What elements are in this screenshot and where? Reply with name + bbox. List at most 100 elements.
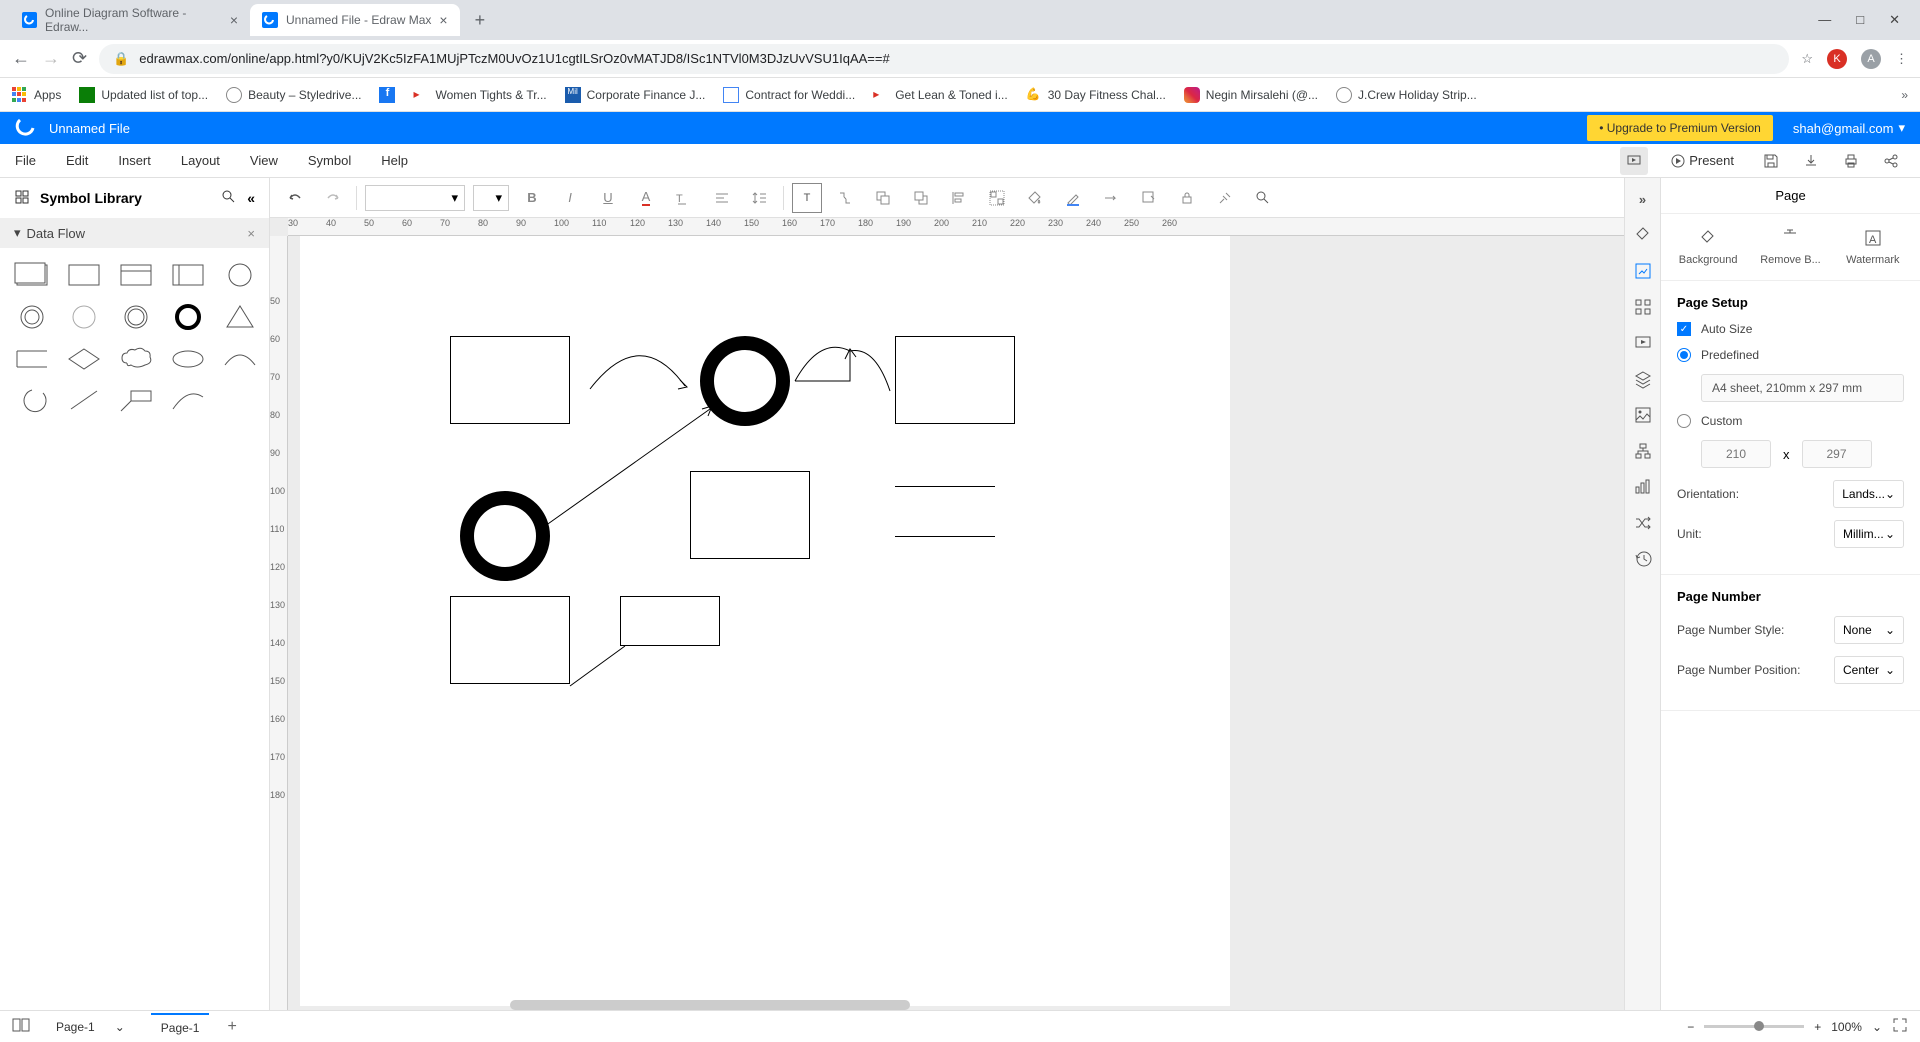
line-style-button[interactable] — [1096, 183, 1126, 213]
close-icon[interactable]: × — [230, 12, 238, 28]
zoom-in-button[interactable]: + — [1814, 1020, 1821, 1034]
bookmark-item[interactable]: Beauty – Styledrive... — [226, 87, 361, 103]
predefined-radio[interactable]: Predefined — [1677, 348, 1904, 362]
category-header[interactable]: ▾ Data Flow × — [0, 218, 269, 248]
shuffle-icon[interactable] — [1630, 510, 1656, 536]
page-settings-icon[interactable] — [1630, 258, 1656, 284]
bookmark-item[interactable]: f — [379, 87, 395, 103]
url-input[interactable]: 🔒 edrawmax.com/online/app.html?y0/KUjV2K… — [99, 44, 1789, 74]
italic-button[interactable]: I — [555, 183, 585, 213]
search-icon[interactable] — [221, 189, 237, 208]
edit-shape-button[interactable] — [1134, 183, 1164, 213]
close-icon[interactable]: × — [439, 12, 447, 28]
menu-icon[interactable]: ⋮ — [1895, 51, 1908, 67]
zoom-out-button[interactable]: − — [1687, 1020, 1694, 1034]
bookmark-item[interactable]: ▸Women Tights & Tr... — [413, 87, 546, 103]
shape-triangle[interactable] — [218, 300, 262, 334]
zoom-dropdown[interactable]: ⌄ — [1872, 1020, 1882, 1034]
pages-layout-icon[interactable] — [12, 1018, 30, 1035]
line-spacing-button[interactable] — [745, 183, 775, 213]
page-number-style-select[interactable]: None⌄ — [1834, 616, 1904, 644]
shape-cloud[interactable] — [114, 342, 158, 376]
bookmark-item[interactable]: ▸Get Lean & Toned i... — [873, 87, 1008, 103]
present-button[interactable]: Present — [1660, 148, 1745, 173]
add-page-button[interactable]: + — [227, 1018, 236, 1036]
bookmark-item[interactable]: Updated list of top... — [79, 87, 208, 103]
diagram-rectangle[interactable] — [450, 596, 570, 684]
align-button[interactable] — [707, 183, 737, 213]
browser-tab-active[interactable]: Unnamed File - Edraw Max × — [250, 4, 460, 36]
expand-panel-icon[interactable]: » — [1630, 186, 1656, 212]
menu-view[interactable]: View — [250, 153, 278, 168]
upgrade-button[interactable]: • Upgrade to Premium Version — [1587, 115, 1773, 141]
diagram-hline[interactable] — [895, 486, 995, 487]
reload-icon[interactable]: ⟳ — [72, 48, 87, 69]
underline-button[interactable]: U — [593, 183, 623, 213]
font-size-select[interactable]: ▾ — [473, 185, 509, 211]
apps-button[interactable]: Apps — [12, 87, 61, 103]
diagram-rectangle[interactable] — [620, 596, 720, 646]
shape-circle-thin[interactable] — [62, 300, 106, 334]
connector-button[interactable] — [830, 183, 860, 213]
shape-label-line[interactable] — [114, 384, 158, 418]
group-button[interactable] — [982, 183, 1012, 213]
diagram-line[interactable] — [570, 641, 630, 691]
save-icon[interactable] — [1757, 147, 1785, 175]
font-family-select[interactable]: ▾ — [365, 185, 465, 211]
page-number-position-select[interactable]: Center⌄ — [1834, 656, 1904, 684]
image-icon[interactable] — [1630, 402, 1656, 428]
maximize-icon[interactable]: □ — [1856, 12, 1864, 28]
share-icon[interactable] — [1877, 147, 1905, 175]
menu-edit[interactable]: Edit — [66, 153, 88, 168]
shape-curve[interactable] — [166, 384, 210, 418]
font-color-button[interactable]: A — [631, 183, 661, 213]
width-input[interactable] — [1701, 440, 1771, 468]
custom-radio[interactable]: Custom — [1677, 414, 1904, 428]
shape-open-rect[interactable] — [10, 342, 54, 376]
text-tool-button[interactable]: T — [792, 183, 822, 213]
bookmark-item[interactable]: 💪30 Day Fitness Chal... — [1026, 87, 1166, 103]
line-color-button[interactable] — [1058, 183, 1088, 213]
diagram-ring[interactable] — [460, 491, 550, 581]
shape-ellipse[interactable] — [166, 342, 210, 376]
menu-insert[interactable]: Insert — [118, 153, 151, 168]
fill-button[interactable] — [1020, 183, 1050, 213]
history-icon[interactable] — [1630, 546, 1656, 572]
sitemap-icon[interactable] — [1630, 438, 1656, 464]
shape-diamond[interactable] — [62, 342, 106, 376]
layers-icon[interactable] — [1630, 366, 1656, 392]
zoom-slider[interactable] — [1704, 1025, 1804, 1028]
horizontal-scrollbar[interactable] — [510, 1000, 910, 1010]
browser-tab[interactable]: Online Diagram Software - Edraw... × — [10, 4, 250, 36]
new-tab-button[interactable]: + — [460, 10, 501, 31]
page-surface[interactable] — [300, 236, 1230, 1006]
export-icon[interactable] — [1797, 147, 1825, 175]
shape-ring[interactable] — [114, 300, 158, 334]
menu-symbol[interactable]: Symbol — [308, 153, 351, 168]
undo-button[interactable] — [280, 183, 310, 213]
page-select[interactable]: Page-1⌄ — [48, 1013, 133, 1041]
remove-background-tab[interactable]: Remove B... — [1751, 228, 1829, 266]
bookmark-item[interactable]: Negin Mirsalehi (@... — [1184, 87, 1318, 103]
menu-layout[interactable]: Layout — [181, 153, 220, 168]
unit-select[interactable]: Millim...⌄ — [1834, 520, 1904, 548]
orientation-select[interactable]: Lands...⌄ — [1833, 480, 1904, 508]
shape-circle[interactable] — [218, 258, 262, 292]
page-tab[interactable]: Page-1 — [151, 1013, 210, 1041]
text-case-button[interactable]: T — [669, 183, 699, 213]
grid-icon[interactable] — [1630, 294, 1656, 320]
send-back-button[interactable] — [868, 183, 898, 213]
forward-icon[interactable]: → — [42, 48, 60, 69]
collapse-icon[interactable]: « — [247, 190, 255, 206]
back-icon[interactable]: ← — [12, 48, 30, 69]
shape-rectangle[interactable] — [62, 258, 106, 292]
slideshow-icon[interactable] — [1630, 330, 1656, 356]
fullscreen-icon[interactable] — [1892, 1017, 1908, 1036]
shape-arc[interactable] — [218, 342, 262, 376]
bold-button[interactable]: B — [517, 183, 547, 213]
shape-line[interactable] — [62, 384, 106, 418]
diagram-arc-arrow[interactable] — [585, 344, 695, 394]
auto-size-checkbox[interactable]: ✓Auto Size — [1677, 322, 1904, 336]
background-tab[interactable]: Background — [1669, 228, 1747, 266]
shape-titled-rect[interactable] — [114, 258, 158, 292]
